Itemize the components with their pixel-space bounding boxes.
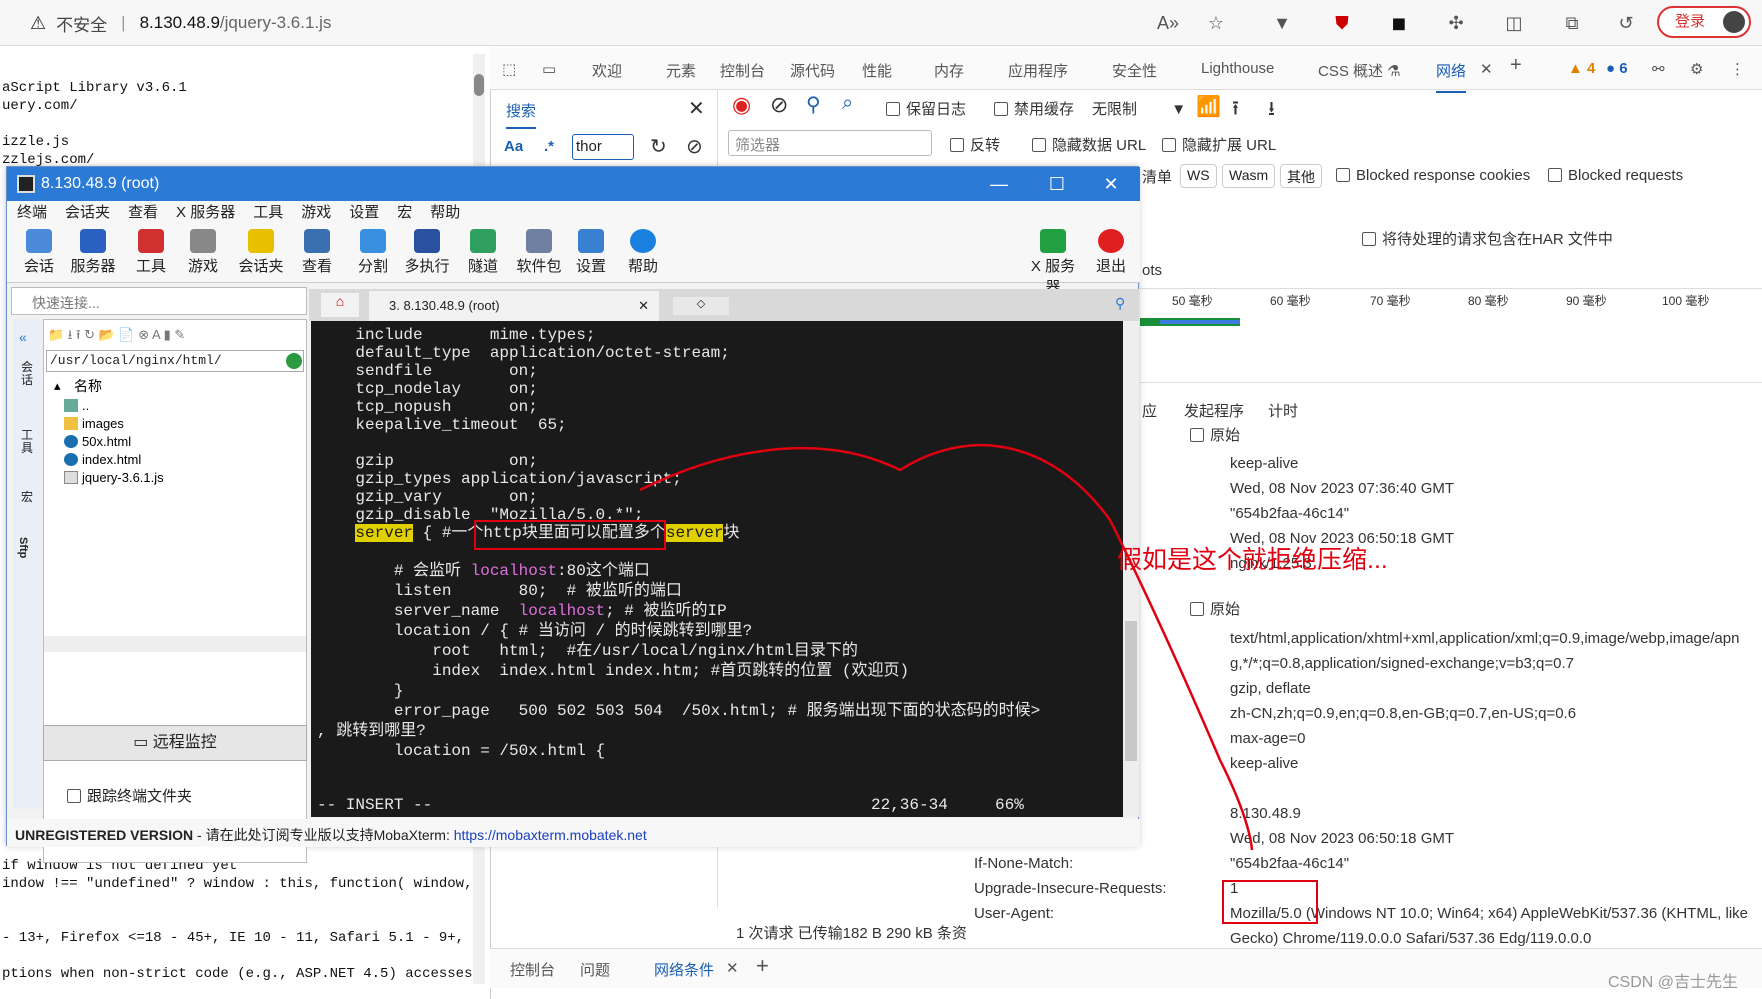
annotation-note: 假如是这个就拒绝压缩... xyxy=(1117,546,1388,574)
annotation-curve xyxy=(639,443,1254,851)
annotation-arrow xyxy=(639,443,1254,851)
watermark: CSDN @吉士先生 xyxy=(1608,974,1739,991)
